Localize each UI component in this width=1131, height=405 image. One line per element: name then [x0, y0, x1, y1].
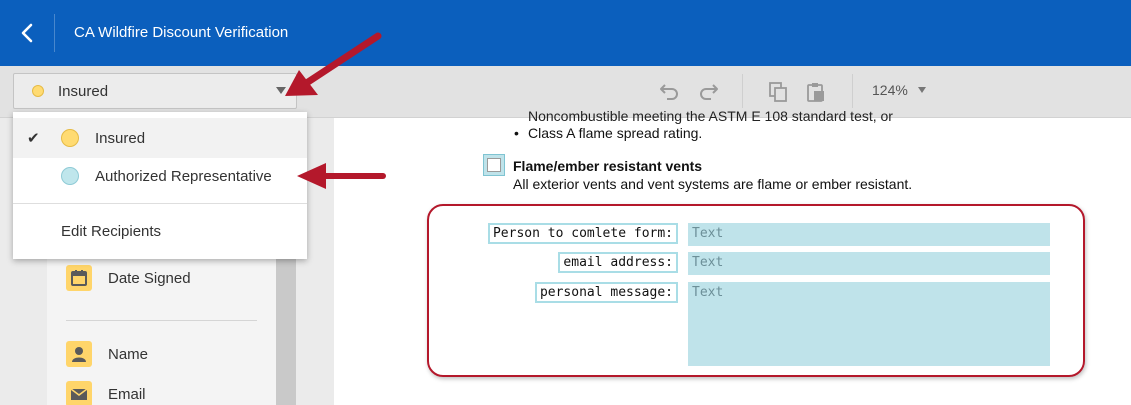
envelope-icon — [66, 381, 92, 405]
undo-icon — [660, 84, 678, 100]
menu-item-label: Insured — [95, 129, 146, 147]
bullet-dot: • — [514, 125, 519, 141]
header-divider — [54, 14, 55, 52]
vents-description: All exterior vents and vent systems are … — [513, 176, 913, 192]
palette-divider — [66, 320, 257, 321]
menu-item-label: Authorized Representative — [95, 167, 272, 185]
person-text-field[interactable]: Text — [688, 223, 1050, 246]
paste-button[interactable] — [804, 81, 828, 103]
person-field-label: Person to comlete form: — [487, 223, 678, 244]
caret-down-icon — [917, 87, 926, 93]
palette-item-label: Name — [108, 345, 149, 363]
menu-item-insured[interactable]: ✔ Insured — [13, 118, 307, 158]
undo-button[interactable] — [658, 81, 682, 103]
paste-icon — [807, 83, 824, 102]
recipient-color-dot — [32, 85, 44, 97]
recipient-select[interactable]: Insured — [13, 73, 297, 109]
palette-item-name[interactable]: Name — [66, 341, 148, 367]
recipient-dropdown-menu: ✔ Insured Authorized Representative Edit… — [13, 112, 307, 259]
page-title: CA Wildfire Discount Verification — [74, 24, 289, 41]
menu-divider — [13, 203, 307, 204]
recipient-color-dot — [61, 129, 79, 147]
redo-button[interactable] — [696, 81, 720, 103]
caret-down-icon — [276, 87, 286, 94]
menu-item-authorized-representative[interactable]: Authorized Representative — [13, 156, 307, 196]
calendar-icon — [66, 265, 92, 291]
message-field-label: personal message: — [534, 282, 678, 303]
back-button[interactable] — [0, 0, 54, 66]
recipient-color-dot — [61, 167, 79, 185]
message-text-field[interactable]: Text — [688, 282, 1050, 366]
copy-icon — [769, 82, 787, 102]
palette-item-date-signed[interactable]: Date Signed — [66, 265, 191, 291]
chevron-left-icon — [21, 23, 33, 43]
menu-item-edit-recipients[interactable]: Edit Recipients — [13, 211, 307, 251]
app-header: CA Wildfire Discount Verification — [0, 0, 1131, 66]
email-text-field[interactable]: Text — [688, 252, 1050, 275]
palette-item-email[interactable]: Email — [66, 381, 146, 405]
document-page: Noncombustible meeting the ASTM E 108 st… — [334, 108, 1131, 405]
menu-item-label: Edit Recipients — [61, 222, 162, 240]
doc-bullet-text: Class A flame spread rating. — [528, 125, 703, 141]
zoom-select[interactable]: 124% — [872, 82, 926, 98]
zoom-level: 124% — [872, 82, 908, 98]
toolbar-divider — [852, 74, 853, 108]
toolbar-divider — [742, 74, 743, 108]
redo-icon — [700, 84, 718, 100]
doc-clipped-line: Noncombustible meeting the ASTM E 108 st… — [528, 108, 893, 124]
copy-button[interactable] — [766, 81, 790, 103]
checkbox-box — [487, 158, 501, 172]
checkmark-icon: ✔ — [27, 130, 40, 147]
person-icon — [66, 341, 92, 367]
vents-checkbox[interactable] — [483, 154, 505, 176]
recipient-select-label: Insured — [58, 82, 109, 100]
email-field-label: email address: — [558, 252, 678, 273]
palette-item-label: Email — [108, 385, 146, 403]
palette-item-label: Date Signed — [108, 269, 191, 287]
vents-title: Flame/ember resistant vents — [513, 158, 703, 174]
